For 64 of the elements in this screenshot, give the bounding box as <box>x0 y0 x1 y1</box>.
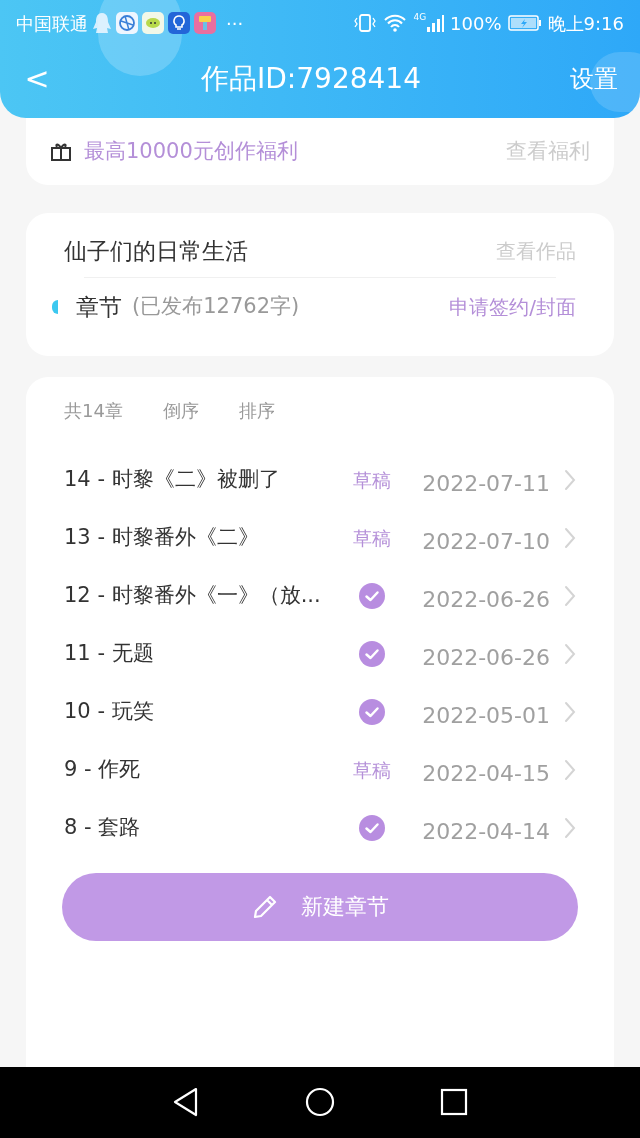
chapter-title: 11 - 无题 <box>64 640 155 668</box>
chapter-title: 8 - 套路 <box>64 814 142 842</box>
chapter-row[interactable]: 14 - 时黎《二》被删了 草稿 2022-07-11 <box>64 450 576 509</box>
chapter-title: 10 - 玩笑 <box>64 698 155 726</box>
lightbulb-app-icon <box>168 12 190 34</box>
chevron-right-icon <box>564 700 576 723</box>
network-type-text: 4G <box>413 13 427 22</box>
battery-charging-icon <box>507 14 542 32</box>
chapter-date: 2022-05-01 <box>421 702 550 731</box>
battery-percent-text: 100% <box>450 11 502 36</box>
chevron-right-icon <box>564 816 576 839</box>
chapter-row[interactable]: 8 - 套路 2022-04-14 <box>64 798 576 857</box>
chevron-right-icon <box>564 584 576 607</box>
page-title: 作品ID:7928414 <box>200 60 422 97</box>
chapter-title: 12 - 时黎番外《一》（放... <box>64 582 322 610</box>
signal-icon <box>426 13 445 33</box>
apply-contract-link[interactable]: 申请签约/封面 <box>449 291 576 322</box>
chevron-right-icon <box>564 642 576 665</box>
chapter-title: 9 - 作死 <box>64 756 142 784</box>
draft-label: 草稿 <box>352 525 392 551</box>
carrier-text: 中国联通 <box>16 11 88 36</box>
chapter-date: 2022-04-15 <box>421 760 550 789</box>
new-chapter-button[interactable]: 新建章节 <box>62 872 578 941</box>
brush-app-icon <box>194 12 216 34</box>
word-count-text: (已发布12762字) <box>132 293 300 321</box>
chapter-row[interactable]: 13 - 时黎番外《二》 草稿 2022-07-10 <box>64 508 576 567</box>
section-title: 章节 <box>76 292 122 322</box>
sort-option[interactable]: 排序 <box>238 397 275 425</box>
settings-button[interactable]: 设置 <box>570 60 618 97</box>
chapter-row[interactable]: 10 - 玩笑 2022-05-01 <box>64 682 576 741</box>
chat-app-icon <box>142 12 164 34</box>
chapter-date: 2022-07-10 <box>421 528 550 557</box>
time-text: 晚上9:16 <box>547 11 624 36</box>
draft-label: 草稿 <box>352 757 392 783</box>
benefit-text: 最高10000元创作福利 <box>84 137 298 165</box>
check-circle-icon <box>359 582 385 609</box>
sort-option[interactable]: 倒序 <box>162 397 199 425</box>
vibrate-icon <box>353 13 378 33</box>
chapter-date: 2022-04-14 <box>421 818 550 847</box>
work-title: 仙子们的日常生活 <box>64 236 248 266</box>
chevron-right-icon <box>564 758 576 781</box>
penguin-icon <box>92 12 112 34</box>
check-circle-icon <box>359 640 385 667</box>
home-nav-icon[interactable] <box>305 1087 335 1118</box>
chapter-row[interactable]: 11 - 无题 2022-06-26 <box>64 624 576 683</box>
section-marker <box>52 299 58 314</box>
globe-app-icon <box>116 12 138 34</box>
check-circle-icon <box>359 698 385 725</box>
draft-label: 草稿 <box>352 467 392 493</box>
recents-nav-icon[interactable] <box>439 1088 468 1117</box>
chapter-date: 2022-06-26 <box>421 586 550 615</box>
chapter-title: 13 - 时黎番外《二》 <box>64 524 260 552</box>
chevron-right-icon <box>564 468 576 491</box>
chapter-date: 2022-07-11 <box>421 470 550 499</box>
chapter-date: 2022-06-26 <box>421 644 550 673</box>
more-notifications-text: ··· <box>226 11 244 36</box>
chevron-right-icon <box>564 526 576 549</box>
check-circle-icon <box>359 814 385 841</box>
back-button[interactable]: < <box>22 63 52 94</box>
chapter-row[interactable]: 12 - 时黎番外《一》（放... 2022-06-26 <box>64 566 576 625</box>
chapter-title: 14 - 时黎《二》被删了 <box>64 466 281 494</box>
wifi-icon <box>383 13 408 33</box>
chapter-count-text: 共14章 <box>64 399 123 424</box>
chapter-row[interactable]: 9 - 作死 草稿 2022-04-15 <box>64 740 576 799</box>
